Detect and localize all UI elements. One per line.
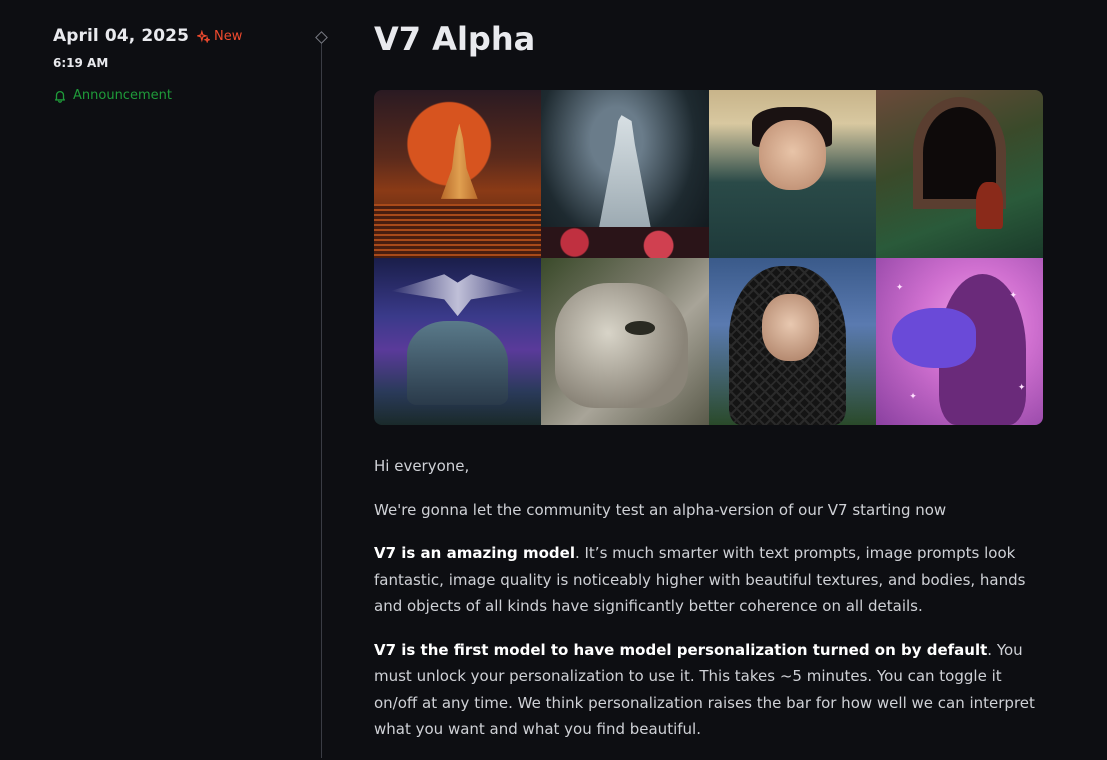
timeline-marker <box>315 31 328 44</box>
post-body: Hi everyone, We're gonna let the communi… <box>374 453 1044 743</box>
gallery-image-girl-cat[interactable]: ✦ ✦ ✦ ✦ <box>875 257 1043 425</box>
new-badge: New <box>197 29 242 44</box>
paragraph-model-quality: V7 is an amazing model. It’s much smarte… <box>374 540 1044 620</box>
gallery-image-hooded-man[interactable] <box>708 257 876 425</box>
sparkle-icon <box>197 29 211 43</box>
bell-icon <box>54 90 66 103</box>
post-content: V7 Alpha ✦ ✦ ✦ ✦ Hi everyone, We're gonn… <box>374 18 1044 760</box>
paragraph-greeting: Hi everyone, <box>374 457 470 475</box>
gallery-image-ruins[interactable] <box>875 90 1043 258</box>
entry-meta: April 04, 2025 New 6:19 AM Announcement <box>53 26 313 103</box>
gallery-image-owl[interactable] <box>374 257 542 425</box>
timeline-line <box>321 38 322 758</box>
category-tag[interactable]: Announcement <box>53 88 313 103</box>
paragraph-personalization: V7 is the first model to have model pers… <box>374 637 1044 743</box>
paragraph-personalization-bold: V7 is the first model to have model pers… <box>374 640 988 659</box>
new-badge-label: New <box>214 28 243 44</box>
gallery-image-city[interactable] <box>374 90 542 258</box>
entry-time: 6:19 AM <box>53 56 109 70</box>
gallery-image-portrait-woman[interactable] <box>708 90 876 258</box>
date-row: April 04, 2025 New <box>53 26 313 46</box>
post-title: V7 Alpha <box>374 20 536 58</box>
paragraph-model-quality-bold: V7 is an amazing model <box>374 544 575 562</box>
category-label: Announcement <box>73 88 172 103</box>
paragraph-intro: We're gonna let the community test an al… <box>374 500 947 519</box>
entry-date: April 04, 2025 <box>53 26 190 46</box>
gallery-image-samurai[interactable] <box>541 90 709 258</box>
image-gallery: ✦ ✦ ✦ ✦ <box>374 90 1043 425</box>
gallery-image-tiger[interactable] <box>541 257 709 425</box>
